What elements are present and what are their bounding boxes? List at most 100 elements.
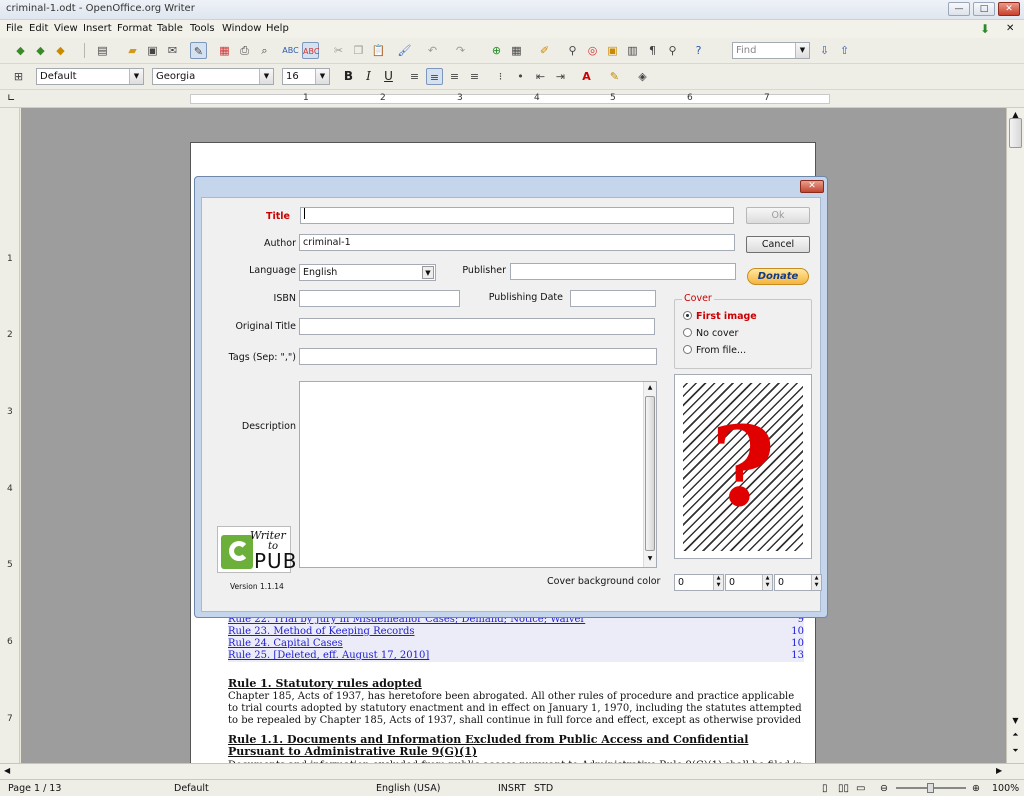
cover-bg-blue-spinner[interactable]: 0 ▲ ▼ — [774, 574, 822, 591]
vertical-ruler[interactable]: 1 2 3 4 5 6 7 — [0, 108, 20, 763]
autospell-icon[interactable]: ABC — [302, 42, 319, 59]
print-preview-icon[interactable]: ⌕ — [256, 42, 273, 59]
increase-indent-icon[interactable]: ⇥ — [552, 68, 569, 85]
horizontal-scrollbar[interactable]: ◀ ▶ — [0, 763, 1024, 779]
tab-type-icon[interactable]: ∟ — [7, 93, 15, 104]
toc-entry[interactable]: Rule 25. [Deleted, eff. August 17, 2010]… — [228, 650, 804, 662]
publisher-field[interactable] — [510, 263, 736, 280]
new-document-icon[interactable]: ▤ — [94, 42, 111, 59]
cover-first-image-radio[interactable]: First image — [683, 311, 757, 323]
edit-file-icon[interactable]: ◆ — [12, 42, 29, 59]
horizontal-ruler[interactable]: ∟ 1 2 3 4 5 6 7 — [0, 90, 1024, 108]
menu-window[interactable]: Window — [222, 23, 261, 34]
previous-page-icon[interactable]: ⏶ — [1009, 730, 1022, 743]
description-textarea[interactable]: ▲ ▼ — [299, 381, 657, 568]
show-draw-functions-icon[interactable]: ✐ — [536, 42, 553, 59]
gallery-icon[interactable]: ▣ — [604, 42, 621, 59]
close-button[interactable]: ✕ — [998, 2, 1020, 16]
export-pdf-icon[interactable]: ◆ — [32, 42, 49, 59]
menu-tools[interactable]: Tools — [190, 23, 215, 34]
align-right-icon[interactable]: ≡ — [446, 68, 463, 85]
align-center-icon[interactable]: ≡ — [426, 68, 443, 85]
isbn-field[interactable] — [299, 290, 460, 307]
cover-bg-red-spinner[interactable]: 0 ▲ ▼ — [674, 574, 724, 591]
font-size-select[interactable]: 16 ▼ — [282, 68, 330, 85]
paste-icon[interactable]: 📋 — [370, 42, 387, 59]
cover-from-file-radio[interactable]: From file... — [683, 345, 746, 357]
toc-entry[interactable]: Rule 24. Capital Cases 10 — [228, 638, 804, 650]
nonprinting-characters-icon[interactable]: ¶ — [644, 42, 661, 59]
scroll-up-icon[interactable]: ▲ — [645, 383, 655, 393]
maximize-button[interactable]: □ — [973, 2, 995, 16]
scrollbar-thumb[interactable] — [645, 396, 655, 551]
bold-icon[interactable]: B — [340, 68, 357, 85]
cover-bg-green-spinner[interactable]: 0 ▲ ▼ — [725, 574, 773, 591]
copy-icon[interactable]: ❐ — [350, 42, 367, 59]
scroll-down-icon[interactable]: ▼ — [1009, 716, 1022, 729]
multi-page-view-icon[interactable]: ▯▯ — [838, 783, 849, 794]
cover-no-cover-radio[interactable]: No cover — [683, 328, 738, 340]
dialog-close-button[interactable]: ✕ — [800, 180, 824, 193]
data-sources-icon[interactable]: ▥ — [624, 42, 641, 59]
redo-icon[interactable]: ↷ — [452, 42, 469, 59]
undo-icon[interactable]: ↶ — [424, 42, 441, 59]
title-field[interactable] — [300, 207, 734, 224]
zoom-slider-thumb[interactable] — [927, 783, 934, 793]
menu-format[interactable]: Format — [117, 23, 152, 34]
next-page-icon[interactable]: ⏷ — [1009, 746, 1022, 759]
selection-mode[interactable]: STD — [534, 783, 553, 794]
help-icon[interactable]: ? — [690, 42, 707, 59]
single-page-view-icon[interactable]: ▯ — [822, 783, 828, 794]
language-select[interactable]: English ▼ — [299, 264, 436, 281]
font-color-icon[interactable]: A — [578, 68, 595, 85]
navigator-icon[interactable]: ◎ — [584, 42, 601, 59]
publishing-date-field[interactable] — [570, 290, 656, 307]
highlight-icon[interactable]: ✎ — [606, 68, 623, 85]
toc-entry[interactable]: Rule 23. Method of Keeping Records 10 — [228, 626, 804, 638]
scroll-left-icon[interactable]: ◀ — [4, 766, 10, 775]
zoom-icon[interactable]: ⚲ — [664, 42, 681, 59]
zoom-level[interactable]: 100% — [992, 783, 1019, 794]
cancel-button[interactable]: Cancel — [746, 236, 810, 253]
decrease-indent-icon[interactable]: ⇤ — [532, 68, 549, 85]
justify-icon[interactable]: ≡ — [466, 68, 483, 85]
writer2epub-icon[interactable]: ◆ — [52, 42, 69, 59]
underline-icon[interactable]: U — [380, 68, 397, 85]
format-paintbrush-icon[interactable]: 🖌 — [396, 42, 413, 59]
original-title-field[interactable] — [299, 318, 655, 335]
scroll-down-icon[interactable]: ▼ — [645, 554, 655, 564]
save-icon[interactable]: ▣ — [144, 42, 161, 59]
find-replace-icon[interactable]: ⚲ — [564, 42, 581, 59]
description-scrollbar[interactable]: ▲ ▼ — [643, 382, 656, 567]
scrollbar-thumb[interactable] — [1009, 118, 1022, 148]
find-next-icon[interactable]: ⇩ — [816, 42, 833, 59]
close-document-icon[interactable]: ✕ — [1006, 23, 1014, 34]
scroll-right-icon[interactable]: ▶ — [996, 766, 1002, 775]
pdf-icon[interactable]: ▦ — [216, 42, 233, 59]
email-icon[interactable]: ✉ — [164, 42, 181, 59]
find-input[interactable]: Find ▼ — [732, 42, 810, 59]
cut-icon[interactable]: ✂ — [330, 42, 347, 59]
menu-help[interactable]: Help — [266, 23, 289, 34]
language-indicator[interactable]: English (USA) — [376, 783, 440, 794]
donate-button[interactable]: Donate — [747, 268, 809, 285]
menu-table[interactable]: Table — [157, 23, 183, 34]
hyperlink-icon[interactable]: ⊕ — [488, 42, 505, 59]
insert-mode[interactable]: INSRT — [498, 783, 526, 794]
italic-icon[interactable]: I — [360, 68, 377, 85]
zoom-out-icon[interactable]: ⊖ — [880, 783, 888, 794]
menu-insert[interactable]: Insert — [83, 23, 112, 34]
menu-edit[interactable]: Edit — [29, 23, 48, 34]
edit-mode-icon[interactable]: ✎ — [190, 42, 207, 59]
open-icon[interactable]: ▰ — [124, 42, 141, 59]
align-left-icon[interactable]: ≡ — [406, 68, 423, 85]
tags-field[interactable] — [299, 348, 657, 365]
vertical-scrollbar[interactable]: ▲ ▼ ⏶ ⏷ — [1006, 108, 1024, 763]
page-indicator[interactable]: Page 1 / 13 — [8, 783, 61, 794]
print-icon[interactable]: ⎙ — [236, 42, 253, 59]
font-name-select[interactable]: Georgia ▼ — [152, 68, 274, 85]
spellcheck-icon[interactable]: ABC — [282, 42, 299, 59]
numbering-icon[interactable]: ⁝ — [492, 68, 509, 85]
bullets-icon[interactable]: • — [512, 68, 529, 85]
menu-view[interactable]: View — [54, 23, 78, 34]
